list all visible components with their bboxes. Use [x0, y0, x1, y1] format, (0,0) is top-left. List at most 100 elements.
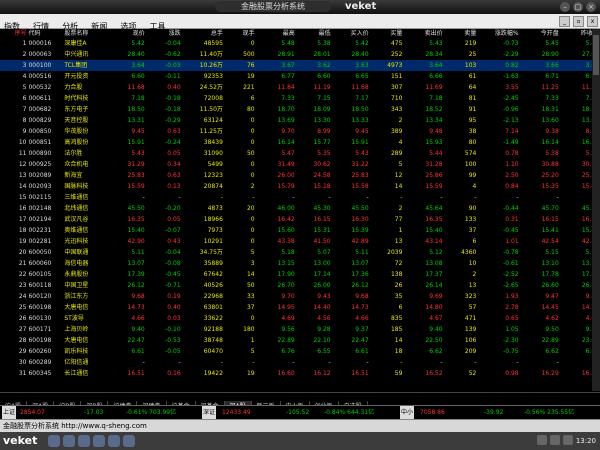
- table-cell: 0: [250, 139, 255, 146]
- column-header[interactable]: 现手: [224, 29, 256, 38]
- table-row[interactable]: 8 000829 天音控股 13.31 -0.29 63124 0 13.69 13.30 13.…: [0, 115, 600, 126]
- table-cell: 133: [464, 216, 477, 223]
- inner-close-icon[interactable]: x: [587, 16, 598, 27]
- column-header[interactable]: 最低: [296, 29, 332, 38]
- table-cell: 180: [243, 326, 255, 333]
- settings-launcher-icon[interactable]: [108, 435, 120, 447]
- table-cell: -: [440, 194, 443, 201]
- table-cell: 13.33: [351, 117, 369, 124]
- network-icon[interactable]: [536, 435, 547, 445]
- media-launcher-icon[interactable]: [123, 435, 135, 447]
- minimize-icon[interactable]: –: [560, 2, 570, 12]
- table-cell: 13: [18, 172, 27, 179]
- table-cell: 15.91: [351, 139, 369, 146]
- table-row[interactable]: 26 600130 ST波导 4.66 0.03 33622 0 4.69 4.56 4.66 83…: [0, 313, 600, 324]
- close-icon[interactable]: ×: [586, 2, 596, 12]
- table-row[interactable]: 29 600260 凯乐科技 6.61 -0.05 60470 5 6.76 6.55 6.61 1…: [0, 346, 600, 357]
- table-row[interactable]: 7 000682 东方电子 18.50 -0.18 11.50万 80 18.70 18.09 1…: [0, 104, 600, 115]
- table-row[interactable]: 6 000611 时代科技 7.18 -0.18 72008 6 7.33 7.15 7.17 71…: [0, 93, 600, 104]
- column-header[interactable]: 股票名称: [63, 29, 109, 38]
- column-header[interactable]: 现价: [110, 29, 146, 38]
- table-row[interactable]: 24 600120 浙江东方 9.68 0.19 22968 33 9.70 9.43 9.68 3…: [0, 291, 600, 302]
- vertical-scrollbar[interactable]: [592, 29, 600, 391]
- file-launcher-icon[interactable]: [78, 435, 90, 447]
- table-cell: 72: [394, 260, 403, 267]
- table-row[interactable]: 27 600171 上海贝岭 9.40 -0.10 92188 180 9.56 9.28 9.3…: [0, 324, 600, 335]
- table-row[interactable]: 4 000516 开元投资 6.60 -0.11 92353 19 6.77 6.60 6.65 1…: [0, 71, 600, 82]
- table-cell: 002281: [28, 238, 52, 245]
- table-cell: -: [328, 194, 331, 201]
- column-header[interactable]: 代码: [27, 29, 63, 38]
- table-row[interactable]: 15002115三维通信-------------: [0, 192, 600, 203]
- table-row[interactable]: 10 000851 高鸿股份 15.91 -0.24 38439 0 16.14 15.77 15…: [0, 137, 600, 148]
- table-cell: 28.34: [425, 51, 443, 58]
- table-cell: 18966: [203, 216, 223, 223]
- table-row[interactable]: 18 002231 奥维通信 15.40 -0.07 7973 0 15.60 15.31 15.…: [0, 225, 600, 236]
- table-cell: 2: [398, 117, 403, 124]
- column-header[interactable]: 买量: [370, 29, 404, 38]
- table-row[interactable]: 16 002148 北纬通信 45.50 -0.20 4873 20 46.00 45.30 45…: [0, 203, 600, 214]
- table-cell: 9.40: [131, 326, 145, 333]
- table-cell: 三维通信: [64, 194, 89, 201]
- table-row[interactable]: 20 600050 中国联通 5.11 -0.04 34.75万 5 5.18 5.07 5.11…: [0, 247, 600, 258]
- table-row[interactable]: 1 000016 深康佳A 5.42 -0.04 48595 0 5.48 5.38 5.42 47…: [0, 38, 600, 49]
- table-row[interactable]: 13 002089 新海宜 25.83 0.63 12323 0 26.00 24.58 25.8…: [0, 170, 600, 181]
- table-cell: 28.90: [541, 51, 559, 58]
- maximize-icon[interactable]: □: [573, 2, 583, 12]
- os-logo[interactable]: veket: [3, 434, 37, 448]
- table-row[interactable]: 22 600105 永鼎股份 17.39 -0.45 67642 14 17.90 17.14 1…: [0, 269, 600, 280]
- table-row[interactable]: 25 600198 大唐电信 14.73 0.40 63801 37 14.95 14.40 14…: [0, 302, 600, 313]
- table-cell: 22.89: [541, 337, 559, 344]
- table-cell: 15: [18, 194, 27, 201]
- table-row[interactable]: 5 000532 力合股 11.68 0.40 24.52万 221 11.84 11.19 11…: [0, 82, 600, 93]
- table-row[interactable]: 12 000925 众合机电 31.29 0.34 5499 0 31.49 30.62 31.2…: [0, 159, 600, 170]
- terminal-launcher-icon[interactable]: [93, 435, 105, 447]
- table-row[interactable]: 28 600198 大唐电信 22.47 -0.53 38748 1 22.89 22.10 22…: [0, 335, 600, 346]
- column-header[interactable]: 买入价: [332, 29, 370, 38]
- volume-icon[interactable]: [549, 435, 560, 445]
- table-cell: 139: [464, 326, 477, 333]
- table-row[interactable]: 19 002281 光迅科技 42.90 0.43 10291 0 43.38 41.50 42.…: [0, 236, 600, 247]
- column-header[interactable]: 卖出价: [403, 29, 443, 38]
- browser-launcher-icon[interactable]: [63, 435, 75, 447]
- table-cell: 5: [250, 249, 255, 256]
- table-cell: 15.59: [127, 183, 145, 190]
- column-header[interactable]: 最高: [256, 29, 296, 38]
- table-row[interactable]: 23 600118 中国卫星 26.12 -0.71 40526 50 26.70 26.00 2…: [0, 280, 600, 291]
- table-cell: 50: [246, 282, 255, 289]
- table-cell: 37: [468, 227, 477, 234]
- inner-minimize-icon[interactable]: _: [559, 16, 570, 27]
- column-header[interactable]: 涨跌: [146, 29, 182, 38]
- battery-icon[interactable]: [562, 435, 573, 445]
- table-cell: 252: [390, 51, 403, 58]
- column-header[interactable]: 涨跌幅%: [477, 29, 519, 38]
- column-header[interactable]: 序号: [0, 29, 27, 38]
- table-row[interactable]: 2 000063 中兴通讯 28.40 -0.62 11.40万 500 28.91 28.01…: [0, 49, 600, 60]
- table-row[interactable]: 21 600060 海信电器 13.07 -0.08 35889 3 13.15 13.00 13…: [0, 258, 600, 269]
- table-row[interactable]: 30600289亿阳信通-------------: [0, 357, 600, 368]
- app-name: veket: [345, 1, 377, 12]
- table-cell: 4: [398, 139, 403, 146]
- inner-restore-icon[interactable]: ▫: [573, 16, 584, 27]
- table-row[interactable]: 31 600345 长江通信 16.51 0.16 19422 19 16.60 16.12 16…: [0, 368, 600, 379]
- table-cell: 17.78: [541, 271, 559, 278]
- table-cell: 10.26万: [181, 60, 224, 71]
- table-cell: 45.30: [313, 205, 331, 212]
- table-cell: 1: [250, 337, 255, 344]
- column-header[interactable]: 总手: [182, 29, 224, 38]
- table-row[interactable]: 9 000850 华茂股份 9.45 0.63 11.25万 0 9.70 8.99 9.45 38…: [0, 126, 600, 137]
- table-row[interactable]: 3 000100 TCL集团 3.64 -0.03 10.26万 76 3.67 3.62 3.6…: [0, 60, 600, 71]
- table-cell: 13.07: [127, 260, 145, 267]
- table-cell: 9.70: [281, 128, 295, 135]
- table-row[interactable]: 17 002194 武汉凡谷 16.35 0.05 18966 0 16.42 16.15 16.…: [0, 214, 600, 225]
- table-cell: 1: [22, 40, 27, 47]
- column-header[interactable]: 卖量: [444, 29, 478, 38]
- table-cell: 0: [250, 161, 255, 168]
- column-header[interactable]: 今开盘: [520, 29, 560, 38]
- table-row[interactable]: 11 000890 法尔胜 5.43 0.05 31090 50 5.47 5.35 5.43 28…: [0, 148, 600, 159]
- scrollbar-thumb[interactable]: [593, 35, 599, 75]
- table-cell: 16.30: [351, 216, 369, 223]
- table-cell: 91: [468, 106, 477, 113]
- app-launcher-icon[interactable]: [48, 435, 60, 447]
- table-row[interactable]: 14 002093 国脉科技 15.59 0.13 20874 2 15.79 15.18 15.…: [0, 181, 600, 192]
